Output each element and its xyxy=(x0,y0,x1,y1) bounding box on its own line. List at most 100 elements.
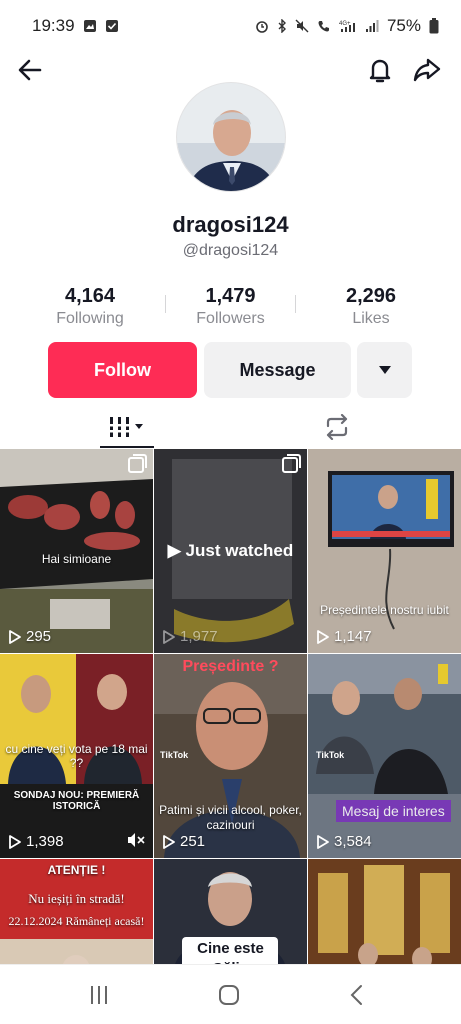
status-bar: 19:39 4G+ 75% xyxy=(0,0,461,52)
multi-photo-icon xyxy=(128,454,147,473)
avatar[interactable] xyxy=(176,82,286,192)
message-button[interactable]: Message xyxy=(204,342,351,398)
back-button[interactable] xyxy=(14,54,46,86)
gallery-icon xyxy=(83,20,96,32)
profile-stats: 4,164 Following 1,479 Followers 2,296 Li… xyxy=(25,285,436,328)
status-left: 19:39 xyxy=(32,16,119,36)
video-thumbnail-image xyxy=(308,859,461,964)
wifi-call-icon xyxy=(318,21,329,32)
view-count-value: 1,977 xyxy=(180,628,218,645)
stats-divider xyxy=(165,295,166,313)
mute-icon xyxy=(295,19,309,33)
video-caption: Cine este Călin Georgescu? xyxy=(197,940,264,964)
video-thumbnail[interactable]: Hai simioane 295 xyxy=(0,449,153,653)
view-count-value: 251 xyxy=(180,833,206,850)
video-thumbnail[interactable]: Președintele nostru iubit 1,147 xyxy=(308,449,461,653)
grid-videos-icon xyxy=(108,417,143,437)
battery-icon xyxy=(429,18,439,34)
video-top-text: Președinte ? xyxy=(182,658,279,675)
likes-label: Likes xyxy=(352,310,390,327)
avatar-image xyxy=(177,83,285,191)
video-thumbnail-image xyxy=(0,449,153,653)
recent-apps-icon xyxy=(91,986,107,1004)
profile-tabs xyxy=(0,405,461,449)
bluetooth-icon xyxy=(278,19,286,33)
just-watched-label: ▶ Just watched xyxy=(154,541,307,561)
system-navigation-bar xyxy=(0,964,461,1024)
video-thumbnail[interactable]: ▶ Just watched 1,977 xyxy=(154,449,307,653)
home-button[interactable] xyxy=(214,981,244,1009)
alert-title: ATENȚIE ! xyxy=(47,863,106,877)
tiktok-watermark: TikTok xyxy=(160,750,189,760)
video-banner: SONDAJ NOU: PREMIERĂ ISTORICĂ xyxy=(13,790,140,812)
view-count-value: 3,584 xyxy=(334,833,372,850)
username: dragosi124 xyxy=(172,212,289,237)
play-icon xyxy=(9,629,21,644)
alert-line-1: Nu ieșiți în stradă! xyxy=(28,891,125,906)
battery-percent: 75% xyxy=(386,16,421,35)
play-icon xyxy=(9,834,21,849)
arrow-left-icon xyxy=(18,59,42,81)
video-badge: Mesaj de interes xyxy=(336,800,451,822)
mute-icon xyxy=(128,833,145,847)
notification-bell-button[interactable] xyxy=(364,54,396,86)
alert-line-2: 22.12.2024 Rămâneți acasă! xyxy=(8,914,145,928)
video-thumbnail[interactable]: ATENȚIE ! Nu ieșiți în stradă! 22.12.202… xyxy=(0,859,153,964)
play-icon xyxy=(317,834,329,849)
more-options-button[interactable] xyxy=(357,342,412,398)
system-back-button[interactable] xyxy=(342,981,372,1009)
video-thumbnail[interactable] xyxy=(308,859,461,964)
video-caption: Președintele nostru iubit xyxy=(320,603,449,617)
status-right: 4G+ 75% xyxy=(255,16,439,36)
stat-likes[interactable]: 2,296 Likes xyxy=(306,285,436,328)
tab-reposts[interactable] xyxy=(310,405,364,449)
view-count: 3,584 xyxy=(316,833,372,850)
view-count: 251 xyxy=(162,833,205,850)
video-caption: Patimi și vicii alcool, poker, cazinouri xyxy=(159,803,302,832)
user-handle: @dragosi124 xyxy=(182,242,279,259)
just-watched-text: Just watched xyxy=(185,541,294,560)
share-button[interactable] xyxy=(411,54,443,86)
view-count: 1,977 xyxy=(162,628,218,645)
followers-count: 1,479 xyxy=(205,285,256,307)
view-count: 1,398 xyxy=(8,833,64,850)
video-caption: Hai simioane xyxy=(41,552,112,566)
tab-videos[interactable] xyxy=(100,405,154,449)
signal-icon xyxy=(365,20,379,32)
video-thumbnail[interactable]: cu cine veți vota pe 18 mai ?? SONDAJ NO… xyxy=(0,654,153,858)
share-icon xyxy=(413,58,441,82)
bell-icon xyxy=(369,59,391,83)
view-count: 295 xyxy=(8,628,51,645)
video-thumbnail[interactable]: Președinte ? Patimi și vicii alcool, pok… xyxy=(154,654,307,858)
follow-button[interactable]: Follow xyxy=(48,342,197,398)
video-caption: cu cine veți vota pe 18 mai ?? xyxy=(5,742,148,770)
stats-divider xyxy=(295,295,296,313)
following-label: Following xyxy=(56,310,124,327)
play-icon xyxy=(163,629,175,644)
caret-down-icon xyxy=(378,366,391,374)
recent-apps-button[interactable] xyxy=(84,981,114,1009)
likes-count: 2,296 xyxy=(345,285,397,307)
play-marker-icon: ▶ xyxy=(167,541,181,560)
video-thumbnail[interactable]: TikTok Mesaj de interes 3,584 xyxy=(308,654,461,858)
view-count-value: 1,398 xyxy=(26,833,64,850)
view-count-value: 295 xyxy=(26,628,52,645)
view-count: 1,147 xyxy=(316,628,372,645)
stat-following[interactable]: 4,164 Following xyxy=(25,285,155,328)
back-chevron-icon xyxy=(350,985,362,1005)
video-thumbnail[interactable]: Cine este Călin Georgescu? xyxy=(154,859,307,964)
tiktok-watermark: TikTok xyxy=(316,750,345,760)
multi-photo-icon xyxy=(282,454,301,473)
home-icon xyxy=(219,985,239,1005)
4g-signal-icon: 4G+ xyxy=(339,21,355,32)
repost-icon xyxy=(326,414,348,440)
stat-followers[interactable]: 1,479 Followers xyxy=(166,285,296,328)
active-tab-indicator xyxy=(100,446,154,448)
play-icon xyxy=(163,834,175,849)
video-grid: Hai simioane 295 ▶ Just watched 1,977 Pr… xyxy=(0,449,461,964)
video-thumbnail-image xyxy=(308,449,461,653)
following-count: 4,164 xyxy=(64,285,116,307)
alarm-icon xyxy=(256,21,268,33)
check-icon xyxy=(105,20,118,32)
play-icon xyxy=(317,629,329,644)
